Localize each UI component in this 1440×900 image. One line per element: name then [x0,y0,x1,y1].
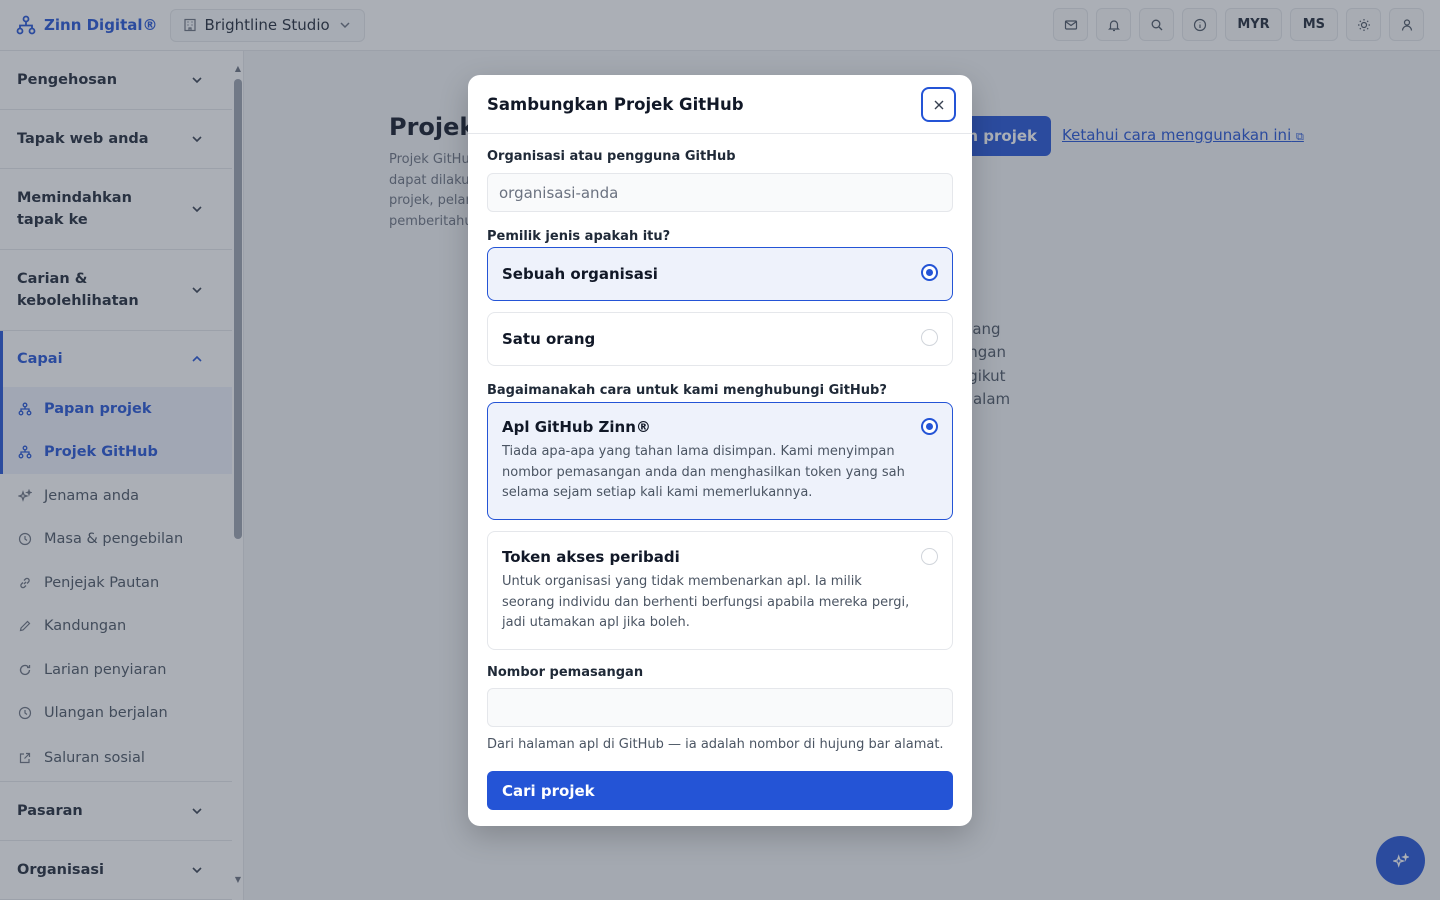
connect-option-personal-token[interactable]: Token akses peribadi Untuk organisasi ya… [487,531,953,650]
connect-github-dialog: Sambungkan Projek GitHub Organisasi atau… [468,75,972,826]
dialog-header: Sambungkan Projek GitHub [468,75,972,134]
option-title: Token akses peribadi [502,548,680,566]
dialog-title: Sambungkan Projek GitHub [487,94,744,114]
owner-option-person[interactable]: Satu orang [487,312,953,366]
radio-unselected[interactable] [921,548,938,565]
owner-type-label: Pemilik jenis apakah itu? [487,229,671,244]
option-title: Sebuah organisasi [502,265,658,283]
org-label: Organisasi atau pengguna GitHub [487,149,736,164]
install-number-label: Nombor pemasangan [487,665,644,680]
install-number-hint: Dari halaman apl di GitHub — ia adalah n… [487,737,944,752]
radio-selected[interactable] [921,418,938,435]
option-description: Untuk organisasi yang tidak membenarkan … [502,574,910,630]
close-button[interactable] [921,87,956,122]
connect-method-label: Bagaimanakah cara untuk kami menghubungi… [487,383,887,398]
find-projects-button[interactable]: Cari projek [487,771,953,810]
owner-option-organisation[interactable]: Sebuah organisasi [487,247,953,301]
option-title: Apl GitHub Zinn® [502,418,651,436]
radio-selected[interactable] [921,264,938,281]
connect-option-github-app[interactable]: Apl GitHub Zinn® Tiada apa-apa yang taha… [487,402,953,520]
radio-unselected[interactable] [921,329,938,346]
install-number-input[interactable] [487,688,953,727]
close-icon [934,100,943,109]
option-title: Satu orang [502,330,596,348]
org-input[interactable]: organisasi-anda [487,173,953,212]
option-description: Tiada apa-apa yang tahan lama disimpan. … [502,444,905,500]
